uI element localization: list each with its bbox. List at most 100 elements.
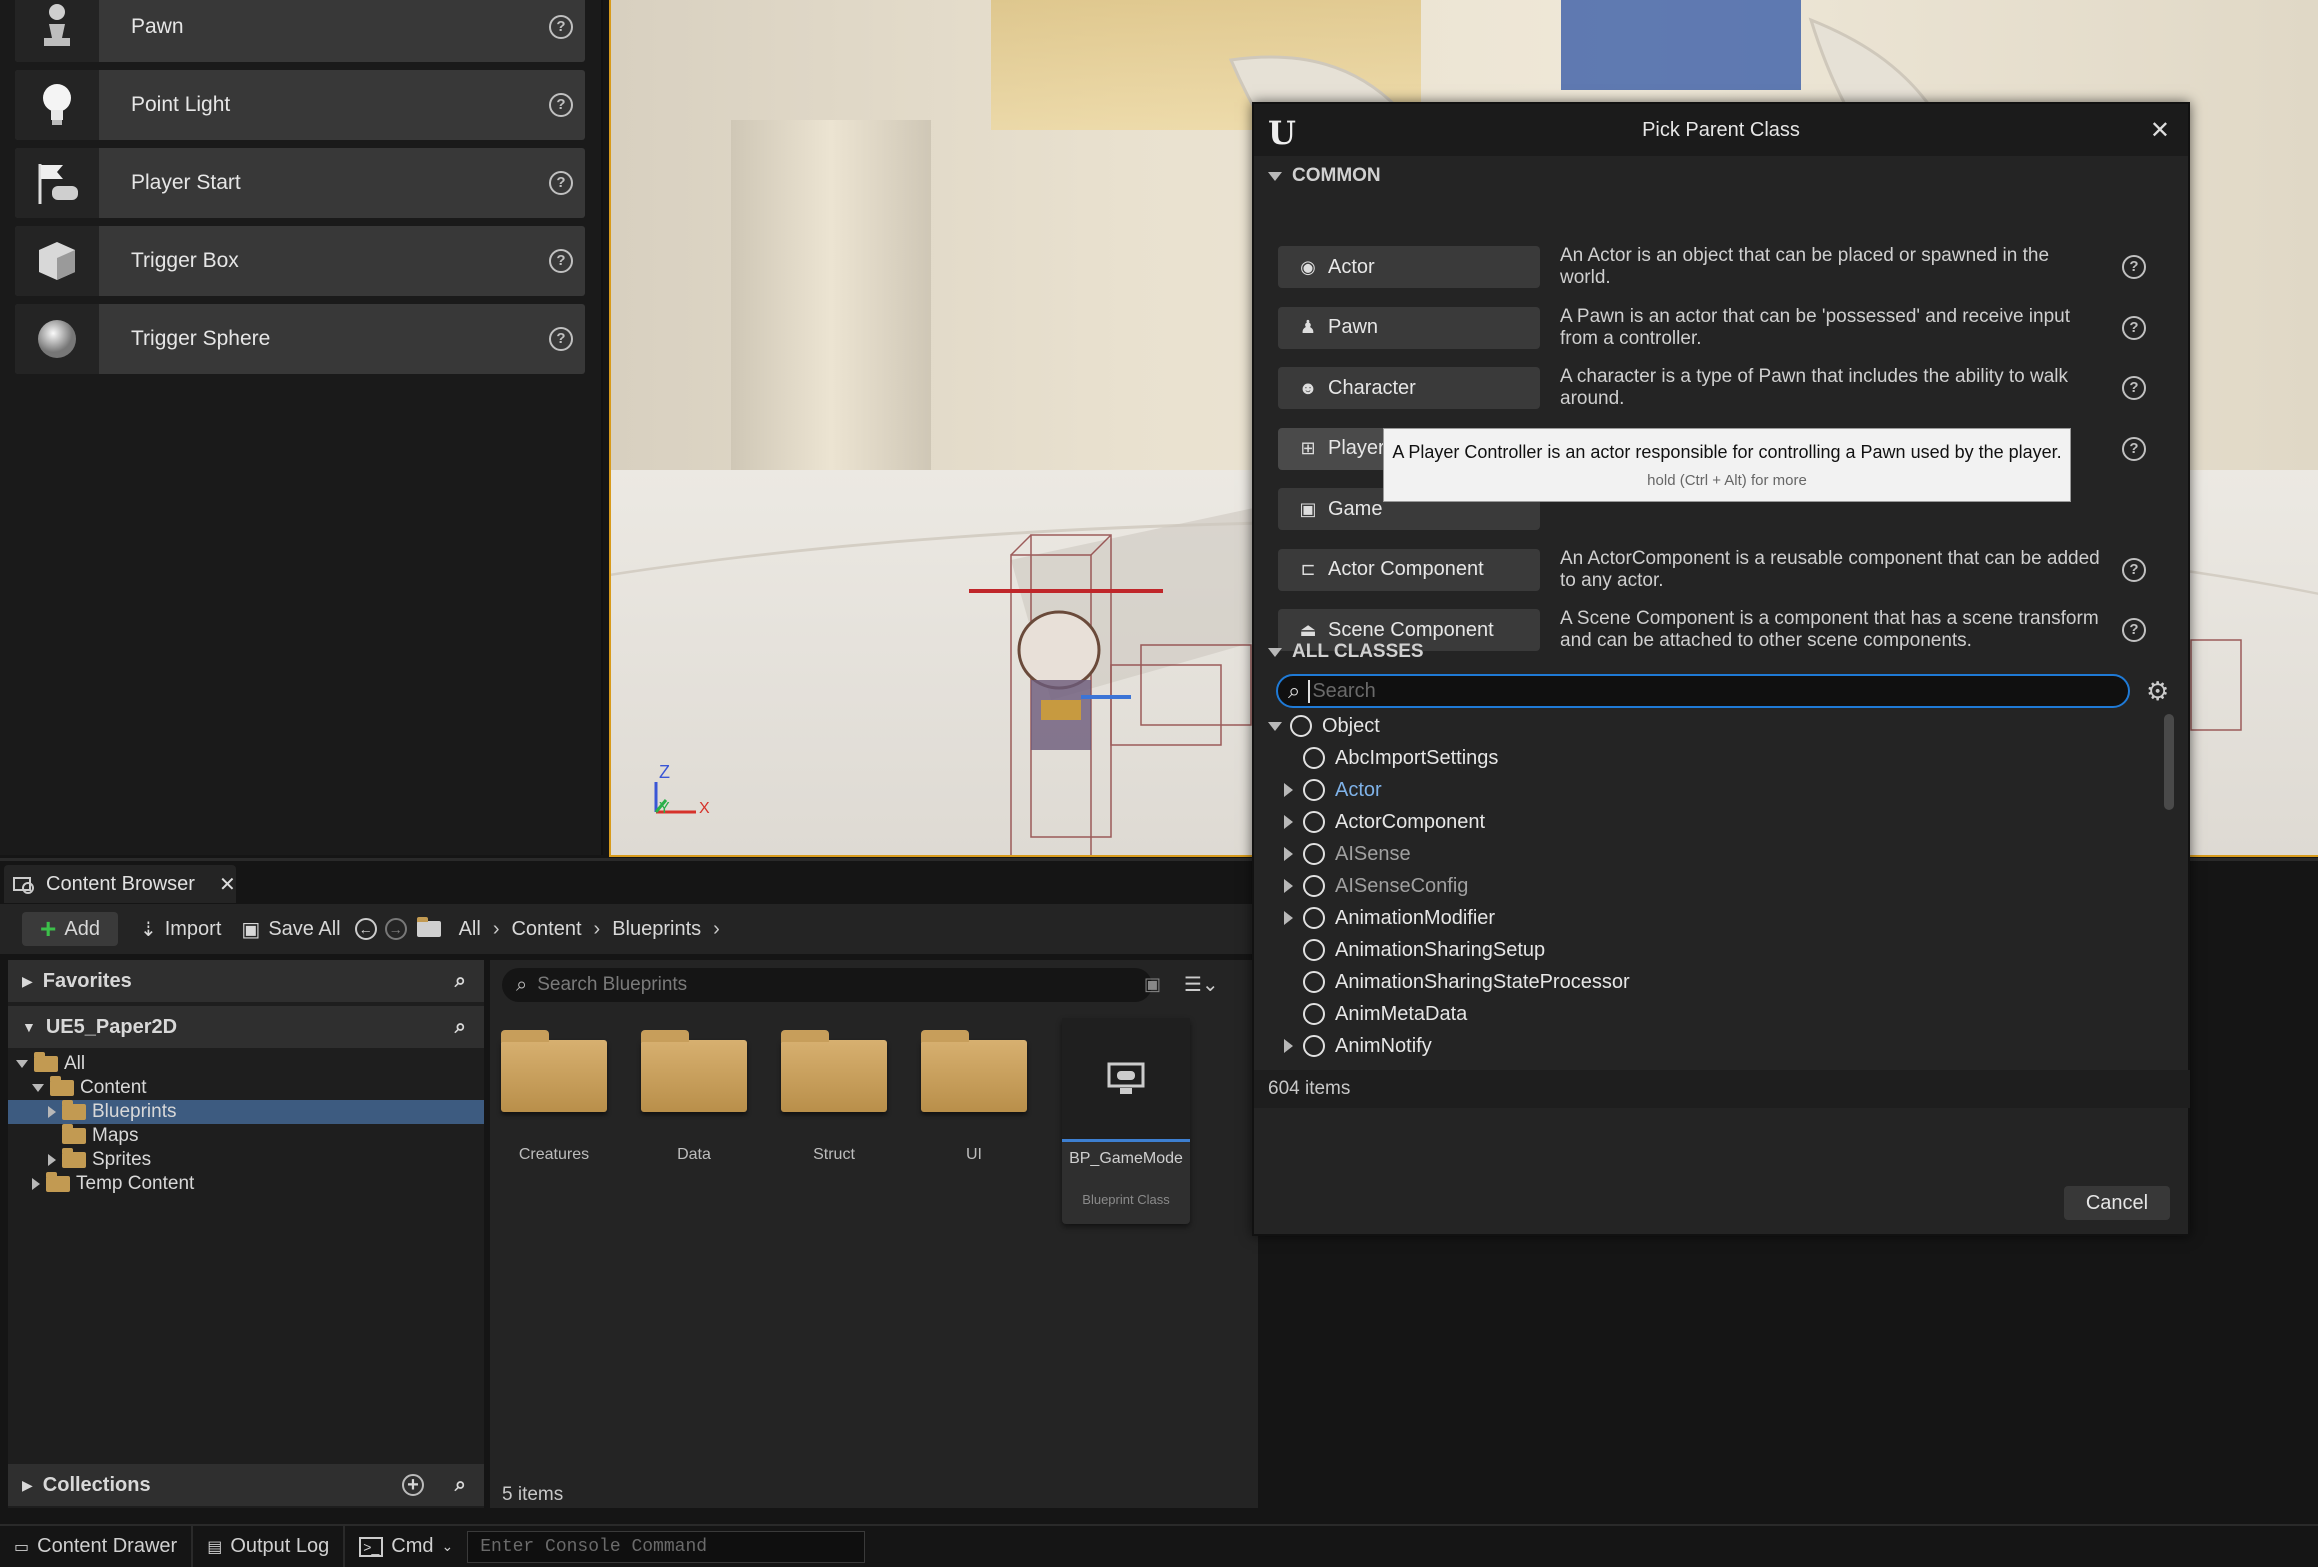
asset-folder-tile[interactable]: UI [912, 1010, 1036, 1198]
asset-folder-tile[interactable]: Data [632, 1010, 756, 1198]
place-item-pawn[interactable]: Pawn ? [15, 0, 585, 62]
cmd-dropdown[interactable]: >_ Cmd ⌄ [345, 1525, 467, 1567]
folder-tree-item[interactable]: All [8, 1052, 484, 1076]
place-item-trigger-box[interactable]: Trigger Box ? [15, 226, 585, 296]
help-icon[interactable]: ? [2122, 255, 2146, 279]
class-tree-row[interactable]: AnimationSharingStateProcessor [1268, 966, 2172, 998]
chevron-down-icon: ⌄ [441, 1538, 454, 1554]
class-button-label: Actor [1328, 255, 1375, 278]
asset-folder-tile[interactable]: Struct [772, 1010, 896, 1198]
place-item-point-light[interactable]: Point Light ? [15, 70, 585, 140]
search-icon[interactable]: ⌕ [455, 1474, 466, 1497]
chevron-right-icon[interactable] [1284, 783, 1293, 797]
chevron-right-icon[interactable]: › [707, 918, 726, 941]
breadcrumb-all[interactable]: All [453, 912, 487, 946]
help-icon[interactable]: ? [549, 93, 573, 117]
place-item-label: Point Light [131, 93, 231, 116]
class-tree-row[interactable]: Actor [1268, 774, 2172, 806]
chevron-right-icon[interactable] [1284, 911, 1293, 925]
chevron-right-icon[interactable] [1284, 1039, 1293, 1053]
place-item-label: Trigger Sphere [131, 327, 271, 350]
content-drawer-button[interactable]: ▭ Content Drawer [0, 1525, 194, 1567]
help-icon[interactable]: ? [2122, 376, 2146, 400]
chevron-right-icon[interactable] [48, 1106, 56, 1118]
class-pawn-button[interactable]: ♟ Pawn [1278, 306, 1540, 349]
class-search-placeholder: Search [1308, 679, 1376, 703]
folder-tree-item[interactable]: Blueprints [8, 1100, 484, 1124]
import-button[interactable]: ⇣ Import [130, 912, 231, 946]
project-section[interactable]: ▼ UE5_Paper2D ⌕ [8, 1006, 484, 1048]
back-button[interactable]: ← [351, 912, 381, 946]
chevron-down-icon[interactable] [32, 1084, 44, 1092]
add-collection-icon[interactable]: + [402, 1474, 424, 1496]
chevron-right-icon[interactable] [1284, 847, 1293, 861]
common-section-header[interactable]: COMMON [1254, 156, 2188, 196]
save-all-button[interactable]: ▣ Save All [231, 912, 350, 946]
asset-search-input[interactable]: ⌕ Search Blueprints [502, 968, 1152, 1002]
asset-name: BP_GameMode [1069, 1150, 1183, 1167]
blueprint-asset-tile[interactable]: BP_GameMode Blueprint Class [1062, 1018, 1190, 1224]
class-name: AbcImportSettings [1335, 746, 1499, 769]
class-name: AISenseConfig [1335, 874, 1469, 897]
chevron-down-icon: ▼ [22, 1019, 36, 1035]
class-actor-button[interactable]: ◉ Actor [1278, 246, 1540, 288]
breadcrumb-content[interactable]: Content [505, 912, 587, 946]
place-item-trigger-sphere[interactable]: Trigger Sphere ? [15, 304, 585, 374]
class-tree-row[interactable]: AnimMetaData [1268, 998, 2172, 1030]
search-icon[interactable]: ⌕ [455, 970, 466, 993]
close-icon[interactable]: ✕ [2150, 116, 2170, 145]
chevron-right-icon[interactable] [1284, 815, 1293, 829]
plus-icon: + [40, 913, 57, 944]
collections-section[interactable]: ▶ Collections + ⌕ [8, 1464, 484, 1506]
content-drawer-label: Content Drawer [37, 1535, 178, 1557]
folder-icon[interactable] [411, 912, 453, 946]
settings-gear-icon[interactable]: ⚙ [2146, 676, 2169, 707]
class-search-input[interactable]: ⌕ Search [1276, 674, 2130, 708]
class-tree-row[interactable]: AnimationSharingSetup [1268, 934, 2172, 966]
add-button[interactable]: + Add [22, 912, 118, 946]
chevron-right-icon[interactable] [1284, 879, 1293, 893]
chevron-down-icon[interactable] [16, 1060, 28, 1068]
place-item-player-start[interactable]: Player Start ? [15, 148, 585, 218]
help-icon[interactable]: ? [549, 171, 573, 195]
console-input[interactable]: Enter Console Command [467, 1530, 866, 1563]
tab-content-browser[interactable]: Content Browser ✕ [4, 865, 236, 903]
folder-tree-item[interactable]: Maps [8, 1124, 484, 1148]
cancel-button[interactable]: Cancel [2064, 1186, 2170, 1220]
class-tree-row[interactable]: ActorComponent [1268, 806, 2172, 838]
chevron-right-icon[interactable] [32, 1178, 40, 1190]
help-icon[interactable]: ? [549, 15, 573, 39]
help-icon[interactable]: ? [549, 327, 573, 351]
class-actor-component-button[interactable]: ⊏ Actor Component [1278, 548, 1540, 591]
folder-tree-item[interactable]: Content [8, 1076, 484, 1100]
help-icon[interactable]: ? [2122, 315, 2146, 340]
help-icon[interactable]: ? [2122, 436, 2146, 461]
save-search-icon[interactable]: ▣ [1144, 974, 1161, 995]
folder-tree-item[interactable]: Sprites [8, 1148, 484, 1172]
class-tree-row[interactable]: AISense [1268, 838, 2172, 870]
chevron-down-icon [1268, 647, 1282, 657]
close-icon[interactable]: ✕ [219, 872, 236, 897]
filter-icon[interactable]: ☰⌄ [1184, 972, 1219, 997]
all-classes-section-header[interactable]: ALL CLASSES [1254, 632, 2188, 672]
chevron-right-icon[interactable] [48, 1154, 56, 1166]
all-classes-tree: Object AbcImportSettings Actor ActorCompone… [1268, 710, 2172, 1070]
folder-tree-item[interactable]: Temp Content [8, 1172, 484, 1196]
asset-folder-tile[interactable]: Creatures [492, 1010, 616, 1198]
search-icon[interactable]: ⌕ [455, 1016, 466, 1039]
help-icon[interactable]: ? [2122, 557, 2146, 582]
breadcrumb-blueprints[interactable]: Blueprints [606, 912, 707, 946]
class-tree-row[interactable]: AbcImportSettings [1268, 742, 2172, 774]
forward-button[interactable]: → [381, 912, 411, 946]
favorites-section[interactable]: ▶ Favorites ⌕ [8, 960, 484, 1002]
class-tree-row[interactable]: Object [1268, 710, 2172, 742]
class-list-scrollbar[interactable] [2164, 714, 2174, 810]
class-tree-row[interactable]: AnimNotify [1268, 1030, 2172, 1062]
class-character-button[interactable]: ☻ Character [1278, 367, 1540, 409]
chevron-down-icon[interactable] [1268, 721, 1282, 731]
pawn-icon: ♟ [1299, 317, 1317, 337]
class-tree-row[interactable]: AnimationModifier [1268, 902, 2172, 934]
class-tree-row[interactable]: AISenseConfig [1268, 870, 2172, 902]
help-icon[interactable]: ? [549, 249, 573, 273]
output-log-button[interactable]: ▤ Output Log [193, 1525, 346, 1567]
